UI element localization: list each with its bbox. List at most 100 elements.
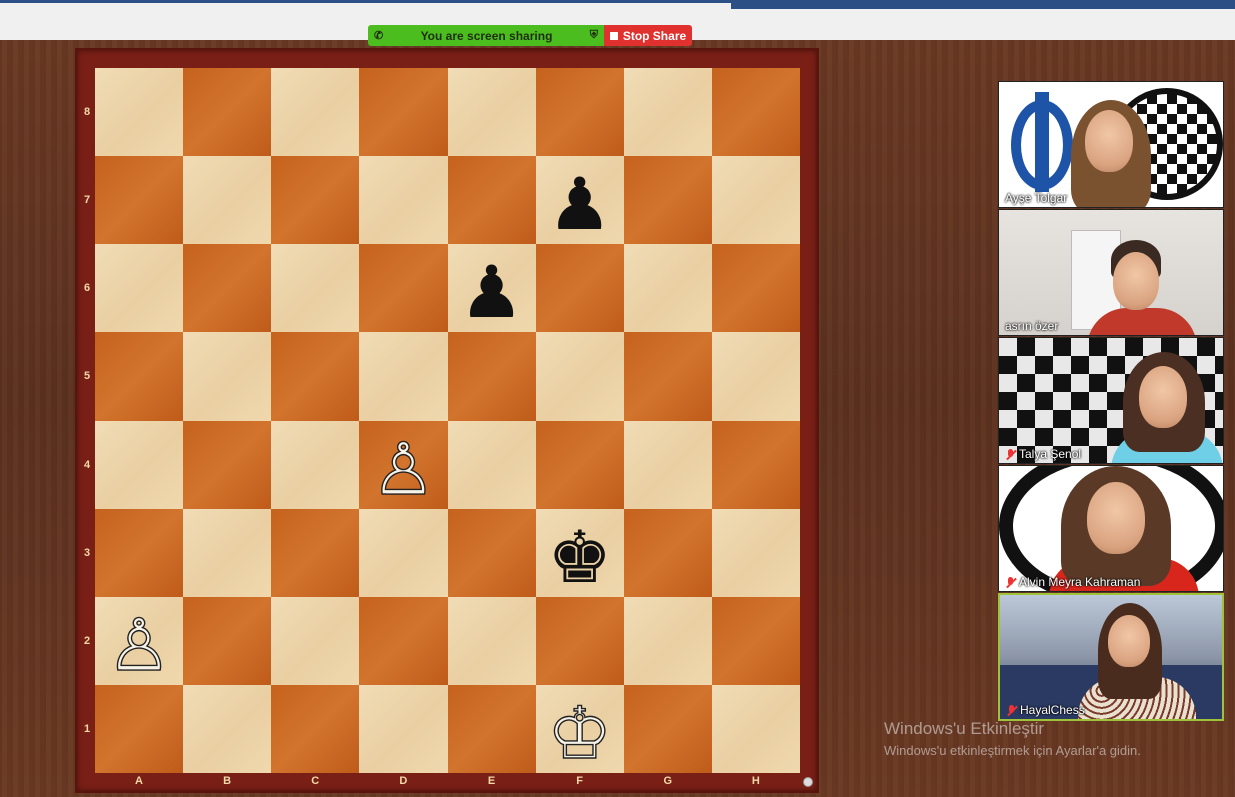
square-f7[interactable]: ♟ <box>535 156 624 245</box>
square-g3[interactable] <box>623 508 712 597</box>
chess-board[interactable]: ♟ ♟ ♙ ♚ ♙ ♔ <box>95 68 800 773</box>
square-g5[interactable] <box>623 332 712 421</box>
square-d5[interactable] <box>359 332 448 421</box>
participant-gallery: Ayşe Tolgar asrın özer Talya Şenol Alvin… <box>998 81 1226 722</box>
file-label: H <box>751 775 760 787</box>
square-c3[interactable] <box>271 508 360 597</box>
participant-tile-active-speaker[interactable]: HayalChess <box>998 593 1224 721</box>
square-a4[interactable] <box>95 420 184 509</box>
participant-tile[interactable]: Ayşe Tolgar <box>998 81 1224 208</box>
square-f2[interactable] <box>535 596 624 685</box>
square-b4[interactable] <box>183 420 272 509</box>
square-b1[interactable] <box>183 684 272 773</box>
square-a6[interactable] <box>95 244 184 333</box>
square-g2[interactable] <box>623 596 712 685</box>
rank-label: 4 <box>83 458 91 471</box>
square-d8[interactable] <box>359 68 448 157</box>
board-settings-dot[interactable] <box>803 777 813 787</box>
participant-face <box>1139 366 1187 428</box>
square-a2[interactable]: ♙ <box>95 596 184 685</box>
black-king-piece[interactable]: ♚ <box>547 521 612 593</box>
rank-label: 1 <box>83 722 91 735</box>
file-label: F <box>576 775 583 787</box>
stop-share-button[interactable]: Stop Share <box>604 25 692 46</box>
square-b6[interactable] <box>183 244 272 333</box>
square-h1[interactable] <box>711 684 800 773</box>
square-c1[interactable] <box>271 684 360 773</box>
square-f1[interactable]: ♔ <box>535 684 624 773</box>
participant-name: Alvin Meyra Kahraman <box>1005 575 1140 589</box>
square-d7[interactable] <box>359 156 448 245</box>
square-f4[interactable] <box>535 420 624 509</box>
title-bar-accent <box>0 0 731 3</box>
square-d6[interactable] <box>359 244 448 333</box>
square-b2[interactable] <box>183 596 272 685</box>
black-pawn-piece[interactable]: ♟ <box>547 168 612 240</box>
square-h6[interactable] <box>711 244 800 333</box>
stop-share-label: Stop Share <box>622 28 687 43</box>
square-c4[interactable] <box>271 420 360 509</box>
square-e4[interactable] <box>447 420 536 509</box>
square-a8[interactable] <box>95 68 184 157</box>
screen-share-status[interactable]: ✆ You are screen sharing ⛨ <box>368 25 604 46</box>
square-d4[interactable]: ♙ <box>359 420 448 509</box>
square-h8[interactable] <box>711 68 800 157</box>
participant-name: Talya Şenol <box>1005 447 1081 461</box>
square-c8[interactable] <box>271 68 360 157</box>
square-b5[interactable] <box>183 332 272 421</box>
rank-label: 6 <box>83 282 91 295</box>
square-g6[interactable] <box>623 244 712 333</box>
square-f6[interactable] <box>535 244 624 333</box>
square-e2[interactable] <box>447 596 536 685</box>
square-e8[interactable] <box>447 68 536 157</box>
square-a3[interactable] <box>95 508 184 597</box>
file-label: C <box>311 775 320 787</box>
square-a7[interactable] <box>95 156 184 245</box>
phone-icon: ✆ <box>374 30 384 42</box>
square-c2[interactable] <box>271 596 360 685</box>
square-a5[interactable] <box>95 332 184 421</box>
white-pawn-piece[interactable]: ♙ <box>106 608 172 681</box>
file-label: E <box>487 775 496 787</box>
rank-label: 3 <box>83 546 91 559</box>
square-h7[interactable] <box>711 156 800 245</box>
mic-muted-icon <box>1005 448 1016 460</box>
square-b8[interactable] <box>183 68 272 157</box>
square-b7[interactable] <box>183 156 272 245</box>
black-pawn-piece[interactable]: ♟ <box>459 256 524 328</box>
square-e6[interactable]: ♟ <box>447 244 536 333</box>
rank-label: 5 <box>83 370 91 383</box>
white-pawn-piece[interactable]: ♙ <box>370 432 436 505</box>
participant-face <box>1108 615 1150 667</box>
square-c7[interactable] <box>271 156 360 245</box>
square-g1[interactable] <box>623 684 712 773</box>
square-e1[interactable] <box>447 684 536 773</box>
square-g8[interactable] <box>623 68 712 157</box>
square-c5[interactable] <box>271 332 360 421</box>
square-b3[interactable] <box>183 508 272 597</box>
square-f5[interactable] <box>535 332 624 421</box>
title-bar-accent-right <box>731 0 1235 9</box>
square-g4[interactable] <box>623 420 712 509</box>
participant-tile[interactable]: Talya Şenol <box>998 337 1224 464</box>
participant-face <box>1113 252 1159 310</box>
square-h3[interactable] <box>711 508 800 597</box>
square-e5[interactable] <box>447 332 536 421</box>
square-a1[interactable] <box>95 684 184 773</box>
square-f8[interactable] <box>535 68 624 157</box>
square-c6[interactable] <box>271 244 360 333</box>
square-h5[interactable] <box>711 332 800 421</box>
square-d3[interactable] <box>359 508 448 597</box>
square-f3[interactable]: ♚ <box>535 508 624 597</box>
square-d2[interactable] <box>359 596 448 685</box>
square-e7[interactable] <box>447 156 536 245</box>
square-d1[interactable] <box>359 684 448 773</box>
square-e3[interactable] <box>447 508 536 597</box>
square-h2[interactable] <box>711 596 800 685</box>
participant-tile[interactable]: asrın özer <box>998 209 1224 336</box>
participant-tile[interactable]: Alvin Meyra Kahraman <box>998 465 1224 592</box>
white-king-piece[interactable]: ♔ <box>547 696 613 769</box>
participant-name: asrın özer <box>1005 319 1059 333</box>
square-h4[interactable] <box>711 420 800 509</box>
square-g7[interactable] <box>623 156 712 245</box>
